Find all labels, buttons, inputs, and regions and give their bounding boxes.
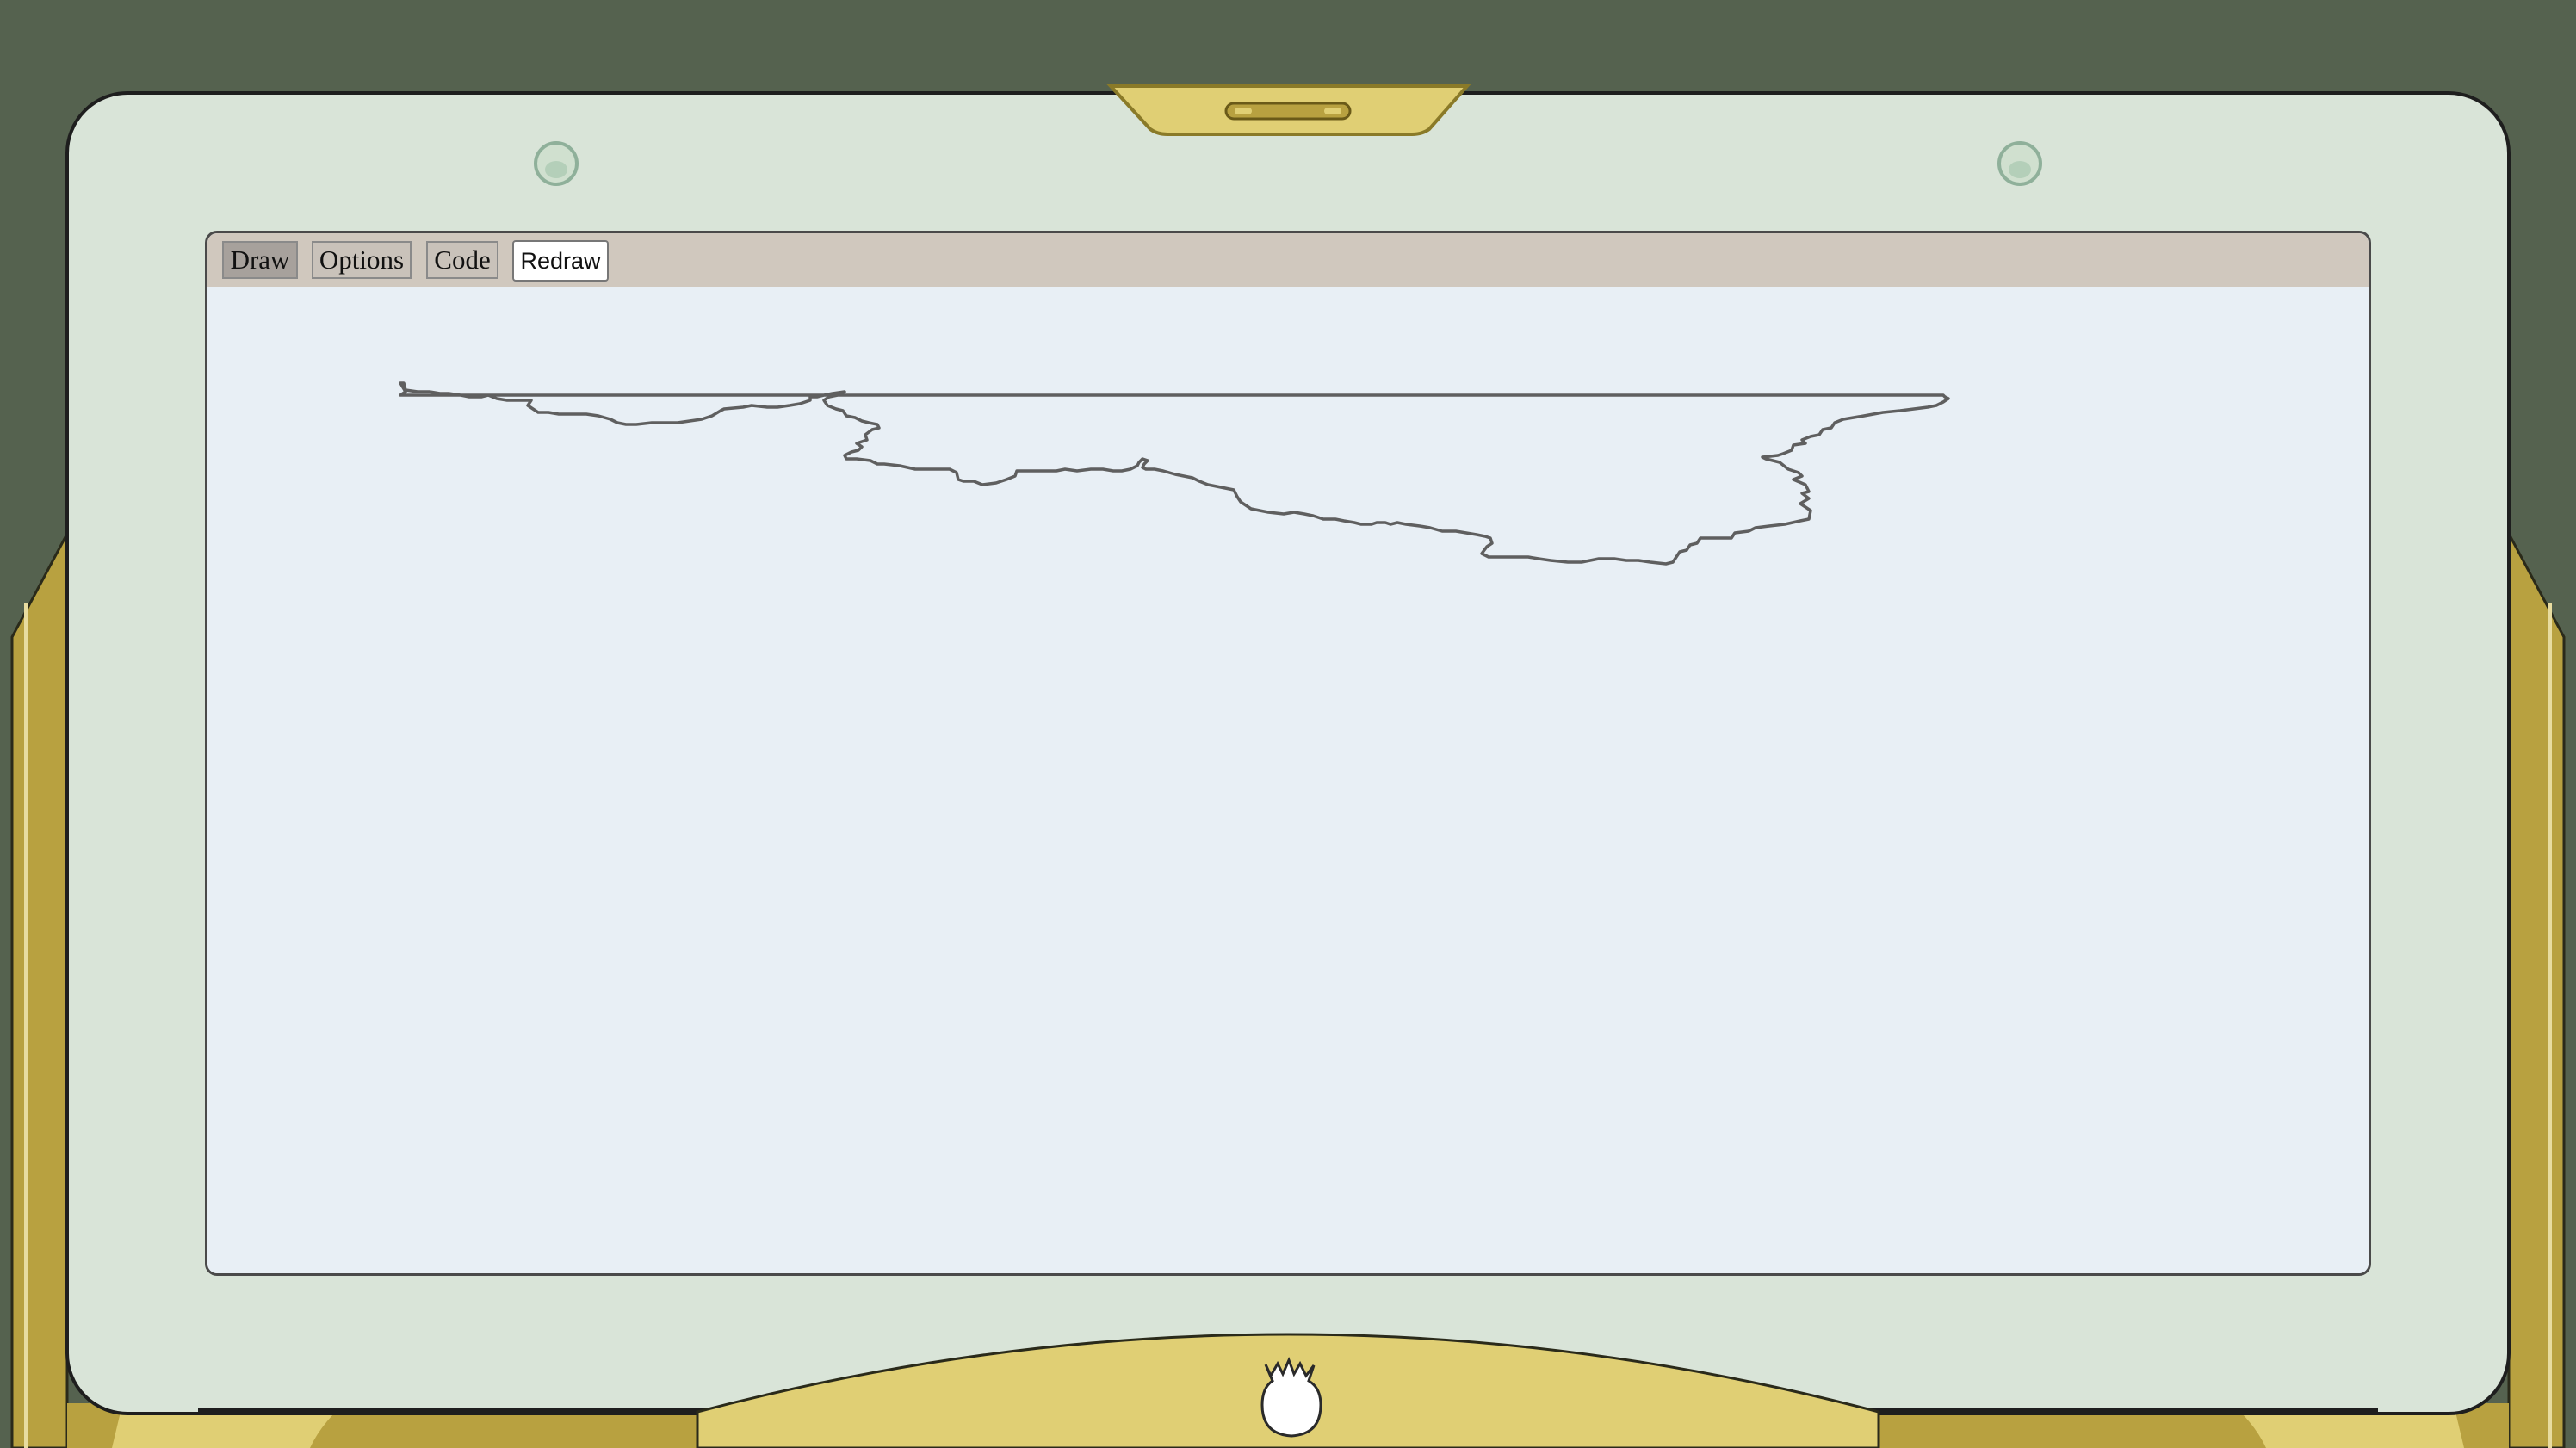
camera-lens-icon (534, 141, 579, 186)
laptop-scene: Draw Options Code Redraw (0, 0, 2576, 1448)
tab-code[interactable]: Code (426, 241, 498, 279)
app-window: Draw Options Code Redraw (205, 231, 2371, 1276)
redraw-button[interactable]: Redraw (512, 240, 609, 282)
canvas-drawing (399, 381, 1950, 566)
camera-lens-icon (1997, 141, 2042, 186)
toolbar: Draw Options Code Redraw (207, 233, 2369, 287)
drawing-canvas[interactable] (207, 287, 2369, 1273)
left-hinge-wing (10, 533, 69, 1448)
tab-options[interactable]: Options (312, 241, 412, 279)
tab-draw[interactable]: Draw (222, 241, 298, 279)
right-hinge-wing (2507, 533, 2566, 1448)
fractal-coastline-shape (399, 381, 1950, 566)
